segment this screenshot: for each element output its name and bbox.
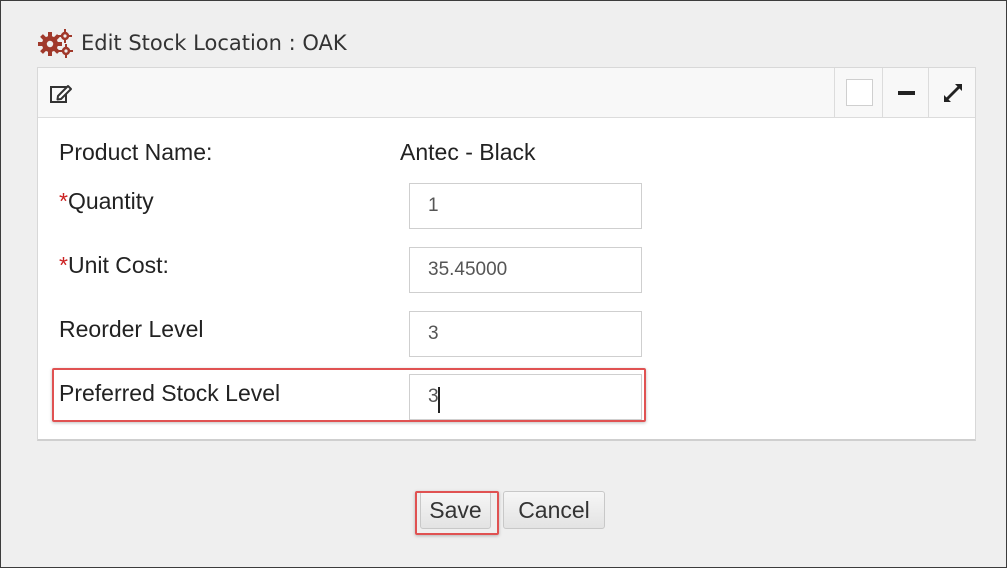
preferred-stock-level-input[interactable] bbox=[409, 374, 642, 420]
required-mark: * bbox=[59, 252, 68, 278]
unit-cost-label: *Unit Cost: bbox=[59, 252, 169, 279]
gears-icon bbox=[38, 29, 73, 58]
cancel-button[interactable]: Cancel bbox=[503, 491, 605, 529]
unit-cost-input[interactable] bbox=[409, 247, 642, 293]
product-name-value: Antec - Black bbox=[400, 139, 536, 165]
required-mark: * bbox=[59, 188, 68, 214]
save-button[interactable]: Save bbox=[420, 491, 491, 529]
dialog-title-bar: Edit Stock Location : OAK bbox=[37, 27, 347, 59]
panel-header bbox=[38, 68, 975, 118]
maximize-button[interactable] bbox=[928, 68, 976, 117]
minimize-button[interactable] bbox=[882, 68, 929, 117]
preferred-stock-level-label: Preferred Stock Level bbox=[59, 380, 281, 406]
form-panel: Product Name: Antec - Black *Quantity *U… bbox=[37, 67, 976, 441]
edit-icon bbox=[50, 85, 72, 103]
reorder-level-input[interactable] bbox=[409, 311, 642, 357]
panel-box-button[interactable] bbox=[834, 68, 883, 117]
quantity-label: *Quantity bbox=[59, 188, 154, 215]
square-icon bbox=[845, 79, 873, 106]
product-name-label: Product Name: bbox=[59, 139, 213, 165]
text-cursor bbox=[438, 387, 440, 413]
expand-icon bbox=[943, 83, 962, 102]
reorder-level-label: Reorder Level bbox=[59, 316, 204, 342]
minimize-icon bbox=[897, 90, 915, 95]
dialog-title: Edit Stock Location : OAK bbox=[81, 31, 347, 55]
dialog-window: Edit Stock Location : OAK Product Name: … bbox=[0, 0, 1007, 568]
quantity-label-text: Quantity bbox=[67, 188, 154, 214]
quantity-input[interactable] bbox=[409, 183, 642, 229]
unit-cost-label-text: Unit Cost: bbox=[67, 252, 169, 278]
